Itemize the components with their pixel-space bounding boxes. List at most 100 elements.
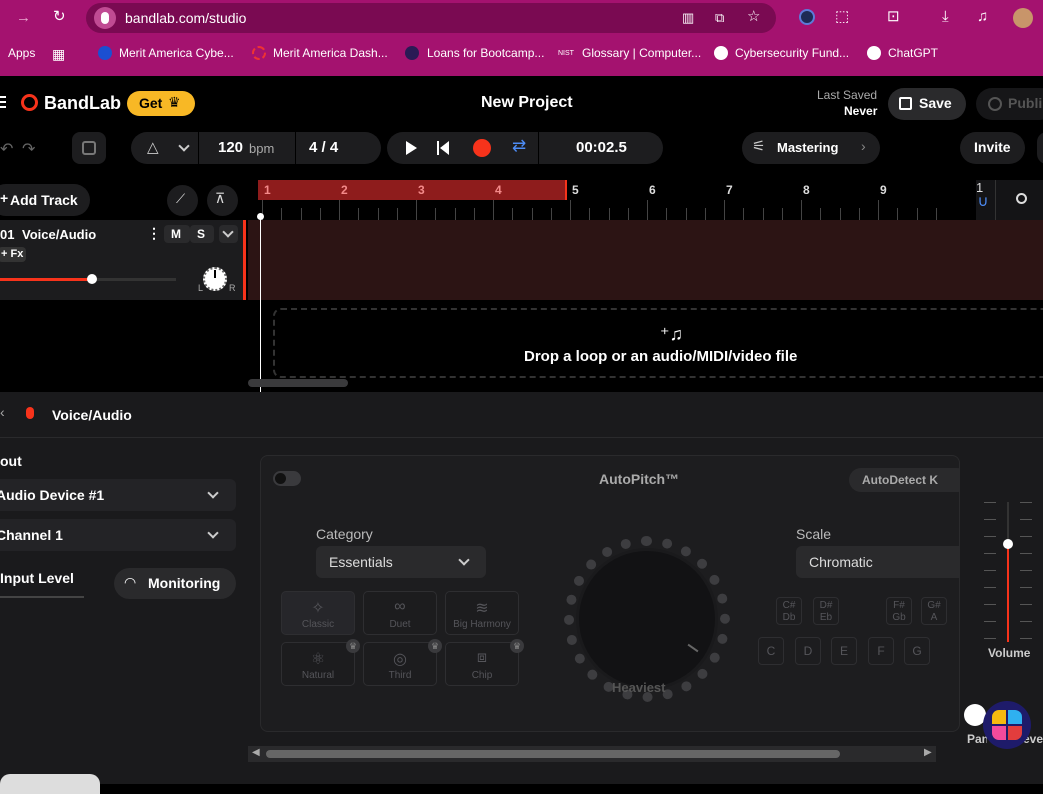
save-button[interactable]: Save xyxy=(888,88,966,120)
ruler-bar-3: 3 xyxy=(418,183,425,197)
ruler-tick xyxy=(589,208,591,220)
rewind-icon[interactable] xyxy=(437,141,439,155)
volume-handle[interactable] xyxy=(86,274,97,284)
ruler-bar-1: 1 xyxy=(264,183,271,197)
pan-right-label: R xyxy=(229,283,236,293)
key-f-sharp[interactable]: F# Gb xyxy=(886,597,912,625)
reader-icon[interactable]: ▥ xyxy=(682,9,694,27)
track-lane[interactable] xyxy=(248,220,1043,300)
scroll-right-icon[interactable]: ▶ xyxy=(924,747,932,758)
key-g[interactable]: G xyxy=(904,637,930,665)
project-title[interactable]: New Project xyxy=(481,94,573,112)
audio-device-select[interactable]: Audio Device #1 xyxy=(0,479,236,511)
play-icon[interactable] xyxy=(406,141,417,155)
key-d-sharp[interactable]: D# Eb xyxy=(813,597,839,625)
extension-icon[interactable] xyxy=(799,9,815,25)
download-icon[interactable]: ⤓ xyxy=(942,8,949,26)
get-button[interactable]: Get ♛ xyxy=(127,91,195,116)
loop-tool-button[interactable] xyxy=(72,132,106,164)
install-app-icon[interactable]: ⧉ xyxy=(715,9,724,27)
redo-icon[interactable]: ↷ xyxy=(22,139,35,159)
bookmark-loans[interactable]: Loans for Bootcamp... xyxy=(427,46,544,60)
track-name[interactable]: Voice/Audio xyxy=(22,227,96,242)
extensions-puzzle-icon[interactable]: ⬚ xyxy=(835,8,849,26)
metronome-icon[interactable]: △ xyxy=(147,138,159,156)
bookmark-chatgpt[interactable]: ChatGPT xyxy=(888,46,938,60)
scale-select[interactable]: Chromatic xyxy=(796,546,959,578)
bpm-value[interactable]: 120 xyxy=(218,139,243,156)
bookmark-merit-dash[interactable]: Merit America Dash... xyxy=(273,46,388,60)
bookmark-merit-cyber[interactable]: Merit America Cybe... xyxy=(119,46,234,60)
ruler-tick xyxy=(281,208,283,220)
more-button[interactable] xyxy=(1037,132,1043,164)
mastering-button[interactable]: ⚟ Mastering › xyxy=(742,132,880,164)
fx-button[interactable]: + Fx xyxy=(0,247,26,262)
star-icon[interactable]: ☆ xyxy=(747,8,760,26)
key-g-sharp[interactable]: G# A xyxy=(921,597,947,625)
key-c-sharp[interactable]: C# Db xyxy=(776,597,802,625)
record-icon[interactable] xyxy=(473,139,491,157)
key-d[interactable]: D xyxy=(795,637,821,665)
scroll-left-icon[interactable]: ◀ xyxy=(252,747,260,758)
address-bar[interactable]: bandlab.com/studio ▥ ⧉ ☆ xyxy=(86,3,776,33)
scrollbar-thumb[interactable] xyxy=(266,750,840,758)
panel-scrollbar[interactable]: ◀ ▶ xyxy=(248,746,936,762)
collapse-icon[interactable]: ‹ xyxy=(0,404,5,420)
solo-button[interactable]: S xyxy=(190,225,214,243)
undo-icon[interactable]: ↶ xyxy=(0,139,13,159)
channel-select[interactable]: Channel 1 xyxy=(0,519,236,551)
timeline-tools: 1 ∪ xyxy=(976,180,1043,220)
cycle-icon[interactable]: ⇄ xyxy=(512,136,526,156)
forward-icon[interactable]: → xyxy=(16,9,31,27)
fader-handle[interactable] xyxy=(1003,539,1013,549)
expand-track-button[interactable] xyxy=(219,225,238,243)
autopitch-knob[interactable] xyxy=(579,551,715,687)
key-f[interactable]: F xyxy=(868,637,894,665)
key-e[interactable]: E xyxy=(831,637,857,665)
preset-chip[interactable]: ⧈ Chip xyxy=(445,642,519,686)
track-options-icon[interactable]: ⋮ xyxy=(147,225,161,242)
tab-search-icon[interactable]: ⊡ xyxy=(887,8,900,26)
bookmark-apps[interactable]: Apps xyxy=(8,46,35,60)
reload-icon[interactable]: ↻ xyxy=(53,8,66,26)
preset-natural[interactable]: ⚛ Natural xyxy=(281,642,355,686)
ruler-tick xyxy=(416,200,417,220)
invite-button[interactable]: Invite xyxy=(960,132,1025,164)
preset-duet[interactable]: ∞ Duet xyxy=(363,591,437,635)
key-c[interactable]: C xyxy=(758,637,784,665)
help-assistant-button[interactable] xyxy=(983,701,1031,749)
mute-button[interactable]: M xyxy=(164,225,190,243)
preset-third[interactable]: ◎ Third xyxy=(363,642,437,686)
preset-big-harmony[interactable]: ≋ Big Harmony xyxy=(445,591,519,635)
media-control-icon[interactable]: ♫ xyxy=(977,8,988,26)
bookmark-glossary[interactable]: Glossary | Computer... xyxy=(582,46,701,60)
timeline-scrollbar[interactable] xyxy=(248,379,348,387)
menu-icon[interactable] xyxy=(0,96,6,98)
time-signature[interactable]: 4 / 4 xyxy=(309,139,338,156)
publish-button[interactable]: Publi xyxy=(976,88,1043,120)
playhead[interactable] xyxy=(260,216,261,392)
timeline[interactable]: 1 2 3 4 5 6 7 8 9 1 ∪ ⁺♫ Drop a loop or an audio… xyxy=(248,180,1043,392)
grid-icon[interactable]: ▦ xyxy=(52,45,65,63)
preset-classic[interactable]: ✧ Classic xyxy=(281,591,355,635)
ruler[interactable]: 1 2 3 4 5 6 7 8 9 xyxy=(248,180,1043,220)
track-header[interactable]: 01 Voice/Audio ⋮ M S + Fx L R xyxy=(0,220,246,300)
bottom-tab-active[interactable] xyxy=(0,774,100,794)
profile-avatar[interactable] xyxy=(1013,8,1033,28)
fader-tick xyxy=(1020,502,1032,503)
bookmark-cybersecurity[interactable]: Cybersecurity Fund... xyxy=(735,46,849,60)
autodetect-key-button[interactable]: AutoDetect K xyxy=(849,468,959,492)
volume-fader[interactable] xyxy=(984,502,1032,642)
chevron-down-icon[interactable] xyxy=(178,140,190,152)
monitoring-button[interactable]: ◠ Monitoring xyxy=(114,568,236,599)
transport-bar: ↶ ↷ △ 120 bpm 4 / 4 ⇄ 00:02.5 ⚟ Masterin… xyxy=(0,130,1043,172)
drop-zone[interactable]: ⁺♫ Drop a loop or an audio/MIDI/video fi… xyxy=(273,308,1043,378)
track-volume-slider[interactable] xyxy=(0,274,176,284)
category-select[interactable]: Essentials xyxy=(316,546,486,578)
add-track-button[interactable]: + Add Track xyxy=(0,184,90,216)
tempo-group: △ 120 bpm 4 / 4 xyxy=(131,132,381,164)
zoom-out-icon[interactable] xyxy=(1016,193,1027,204)
snap-magnet-icon[interactable]: ∪ xyxy=(976,192,990,210)
premium-crown-icon: ♛ xyxy=(510,639,524,653)
fader-tick xyxy=(984,604,996,605)
